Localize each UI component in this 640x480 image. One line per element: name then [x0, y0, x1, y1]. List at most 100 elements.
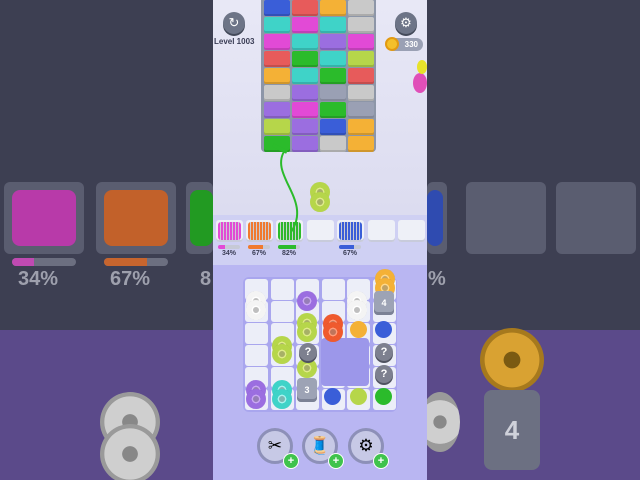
- reel-progress-bar: [278, 245, 300, 249]
- bg-percent: %: [428, 268, 446, 290]
- color-dot-green: [375, 388, 392, 405]
- knit-stitch: [348, 17, 374, 33]
- spool-white[interactable]: [246, 300, 266, 320]
- knit-stitch: [320, 102, 346, 118]
- undo-icon: ↻: [228, 15, 240, 30]
- knit-stitch: [292, 136, 318, 152]
- reel-percent: 67%: [342, 250, 357, 257]
- bg-progress-bar: [12, 258, 76, 266]
- color-dot-blue: [375, 321, 392, 338]
- knit-stitch: [320, 17, 346, 33]
- knit-stitch: [320, 119, 346, 135]
- color-dot-lime: [350, 388, 367, 405]
- knit-stitch: [264, 102, 290, 118]
- moving-spool: [310, 192, 330, 212]
- bg-bin: 4: [484, 390, 540, 470]
- bin-count: 3: [304, 385, 310, 395]
- board-cell: [321, 279, 345, 300]
- spool-bin[interactable]: 4: [374, 291, 394, 315]
- board-cell: [245, 323, 268, 344]
- reel-pink[interactable]: [218, 222, 241, 240]
- coin-icon: [385, 37, 399, 51]
- knit-stitch: [348, 68, 374, 84]
- color-dot-blue: [324, 388, 341, 405]
- reel-progress-bar: [339, 245, 361, 249]
- reel-green[interactable]: [278, 222, 301, 240]
- spool-purple[interactable]: [297, 291, 317, 311]
- knit-stitch: [264, 0, 290, 16]
- knit-stitch: [292, 119, 318, 135]
- settings-button[interactable]: ⚙: [395, 12, 417, 34]
- hidden-spool-question[interactable]: ?: [299, 343, 317, 361]
- knit-stitch: [348, 0, 374, 16]
- knit-stitch: [348, 102, 374, 118]
- knit-stitch: [264, 17, 290, 33]
- bg-reel: [190, 190, 213, 246]
- reel-percent: 34%: [221, 250, 236, 257]
- bg-reel-slot: [556, 182, 636, 254]
- bg-reel: [12, 190, 76, 246]
- board-cell: [270, 279, 294, 300]
- knit-stitch: [264, 51, 290, 67]
- bg-reel: [104, 190, 168, 246]
- spool-purple[interactable]: [246, 389, 266, 409]
- bg-percent: 8: [200, 268, 212, 290]
- reel-slot: [307, 220, 334, 242]
- knit-stitch: [292, 102, 318, 118]
- hidden-spool-question[interactable]: ?: [375, 365, 393, 383]
- knit-stitch: [292, 0, 318, 16]
- powerup-plus-icon[interactable]: +: [373, 453, 389, 469]
- game-screen: ↻ Level 1003 ⚙ 330 34% 67% 82% 67% 4 3 ?…: [213, 0, 427, 480]
- undo-button[interactable]: ↻: [223, 12, 245, 34]
- knit-stitch: [348, 85, 374, 101]
- reel-percent: 82%: [281, 250, 296, 257]
- knit-stitch: [348, 119, 374, 135]
- hidden-spool-question[interactable]: ?: [375, 343, 393, 361]
- magnet-icon: ⚙: [358, 436, 374, 455]
- bg-percent: 67%: [110, 268, 151, 290]
- spool-red-orange[interactable]: [323, 322, 343, 342]
- powerup-plus-icon[interactable]: +: [328, 453, 344, 469]
- knit-stitch: [264, 119, 290, 135]
- bg-progress-bar: [104, 258, 168, 266]
- bg-spool: [480, 328, 544, 392]
- spool-lime[interactable]: [297, 322, 317, 342]
- reel-slot: [368, 220, 395, 242]
- spool-white[interactable]: [347, 300, 367, 320]
- deco-yellow-button: [417, 60, 427, 74]
- reel-blue[interactable]: [339, 222, 362, 240]
- knit-stitch: [264, 34, 290, 50]
- color-dot-orange: [350, 321, 367, 338]
- knit-stitch: [264, 85, 290, 101]
- reel-progress-bar: [218, 245, 240, 249]
- reel-progress-bar: [248, 245, 270, 249]
- knit-stitch: [292, 17, 318, 33]
- knit-stitch: [320, 51, 346, 67]
- bg-percent: 34%: [18, 268, 59, 290]
- knit-stitch: [348, 136, 374, 152]
- knit-stitch: [348, 51, 374, 67]
- scissors-icon: ✂: [267, 436, 283, 455]
- knit-stitch: [292, 85, 318, 101]
- spool-lime[interactable]: [297, 358, 317, 378]
- knit-stitch: [292, 34, 318, 50]
- spool-lime[interactable]: [272, 344, 292, 364]
- bg-reel-slot: [466, 182, 546, 254]
- knit-stitch: [348, 34, 374, 50]
- board-cell: [270, 301, 294, 322]
- spool-bin[interactable]: 3: [297, 378, 317, 402]
- knit-picture: [261, 0, 376, 152]
- deco-pink-button: [413, 73, 427, 93]
- bg-reel: [427, 190, 443, 246]
- knit-stitch: [320, 34, 346, 50]
- reel-orange[interactable]: [248, 222, 271, 240]
- knit-stitch: [320, 0, 346, 16]
- knit-stitch: [320, 68, 346, 84]
- knit-stitch: [264, 68, 290, 84]
- knit-stitch: [292, 51, 318, 67]
- powerup-plus-icon[interactable]: +: [283, 453, 299, 469]
- knit-stitch: [320, 85, 346, 101]
- knit-stitch: [264, 136, 290, 152]
- spool-teal[interactable]: [272, 389, 292, 409]
- level-label: Level 1003: [214, 37, 255, 46]
